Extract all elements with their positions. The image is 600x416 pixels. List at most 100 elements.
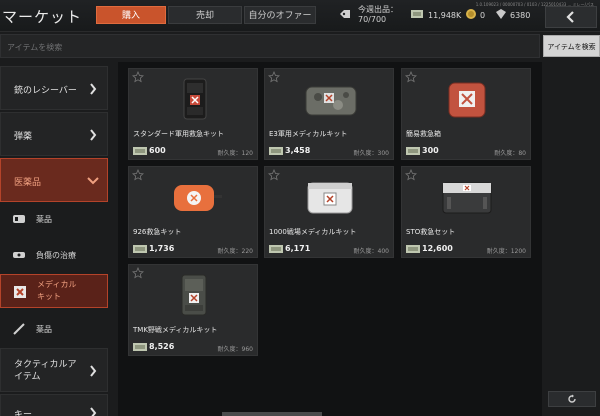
item-durability: 耐久度：1200 bbox=[486, 248, 526, 255]
item-price: 300 bbox=[422, 146, 439, 155]
item-card[interactable]: スタンダード軍用救急キット 600 耐久度：120 bbox=[128, 68, 258, 160]
sidebar-item-ammo[interactable]: 弾薬 bbox=[0, 112, 108, 156]
item-grid: スタンダード軍用救急キット 600 耐久度：120 E3軍用メディカルキット 3… bbox=[118, 62, 542, 416]
horizontal-scrollbar[interactable] bbox=[222, 412, 322, 416]
chevron-down-icon bbox=[87, 177, 99, 185]
item-name: STO救急セット bbox=[406, 228, 456, 236]
sidebar-sub-medicine[interactable]: 薬品 bbox=[0, 206, 108, 232]
item-name: 簡易救急箱 bbox=[406, 130, 441, 138]
page-title: マーケット bbox=[2, 8, 83, 26]
star-icon[interactable] bbox=[132, 267, 144, 279]
money-icon bbox=[133, 147, 147, 155]
item-card[interactable]: TMK野戦メディカルキット 8,526 耐久度：960 bbox=[128, 264, 258, 356]
star-icon[interactable] bbox=[132, 169, 144, 181]
chevron-right-icon bbox=[90, 365, 97, 377]
money-icon bbox=[133, 245, 147, 253]
sidebar-sub-injury[interactable]: 負傷の治療 bbox=[0, 242, 108, 268]
tab-buy[interactable]: 購入 bbox=[96, 6, 166, 24]
item-name: 1000戦場メディカルキット bbox=[269, 228, 357, 236]
item-name: TMK野戦メディカルキット bbox=[133, 326, 218, 334]
chevron-right-icon bbox=[90, 129, 97, 141]
star-icon[interactable] bbox=[405, 71, 417, 83]
medkit-backpack-image bbox=[183, 78, 207, 120]
item-name: スタンダード軍用救急キット bbox=[133, 130, 224, 138]
item-price: 6,171 bbox=[285, 244, 311, 253]
price-tag-icon bbox=[340, 10, 350, 18]
chevron-right-icon bbox=[90, 407, 97, 416]
tab-my-offers[interactable]: 自分のオファー bbox=[244, 6, 316, 24]
item-durability: 耐久度：960 bbox=[217, 346, 253, 353]
pills-icon bbox=[13, 215, 25, 223]
item-card[interactable]: 1000戦場メディカルキット 6,171 耐久度：400 bbox=[264, 166, 394, 258]
gem-icon bbox=[496, 9, 506, 19]
first-aid-box-image bbox=[448, 82, 486, 118]
item-price: 1,736 bbox=[149, 244, 175, 253]
item-name: 926救急キット bbox=[133, 228, 182, 236]
tab-sell[interactable]: 売却 bbox=[168, 6, 242, 24]
item-card[interactable]: 簡易救急箱 300 耐久度：80 bbox=[401, 68, 531, 160]
item-price: 12,600 bbox=[422, 244, 453, 253]
chevron-right-icon bbox=[90, 83, 97, 95]
sidebar-sub-label: 薬品 bbox=[36, 325, 52, 334]
star-icon[interactable] bbox=[268, 71, 280, 83]
white-medkit-bag-image bbox=[307, 182, 353, 214]
item-price: 3,458 bbox=[285, 146, 311, 155]
money-icon bbox=[406, 245, 420, 253]
item-price: 8,526 bbox=[149, 342, 175, 351]
money-icon bbox=[133, 343, 147, 351]
sidebar: 銃のレシーバー 弾薬 医薬品 薬品 負傷の治療 メディカル キット 薬品 タクテ… bbox=[0, 66, 111, 416]
money-balance: 11,948K bbox=[428, 11, 462, 20]
gem-balance: 6380 bbox=[510, 11, 531, 20]
item-price: 600 bbox=[149, 146, 166, 155]
star-icon[interactable] bbox=[405, 169, 417, 181]
money-icon bbox=[406, 147, 420, 155]
sidebar-item-receivers[interactable]: 銃のレシーバー bbox=[0, 66, 108, 110]
star-icon[interactable] bbox=[268, 169, 280, 181]
refresh-icon bbox=[568, 394, 576, 403]
camo-medkit-bag-image bbox=[305, 86, 357, 116]
item-name: E3軍用メディカルキット bbox=[269, 130, 348, 138]
search-bar bbox=[0, 34, 540, 59]
search-input[interactable] bbox=[1, 36, 539, 59]
money-icon bbox=[411, 10, 423, 18]
syringe-icon bbox=[13, 323, 25, 335]
sidebar-sub-label: メディカル キット bbox=[37, 280, 77, 301]
item-card[interactable]: E3軍用メディカルキット 3,458 耐久度：300 bbox=[264, 68, 394, 160]
top-bar: マーケット 購入 売却 自分のオファー 今週出品： 70/700 11,948K… bbox=[0, 0, 600, 32]
sidebar-item-tactical[interactable]: タクティカルア イテム bbox=[0, 348, 108, 392]
money-icon bbox=[269, 245, 283, 253]
sidebar-sub-label: 薬品 bbox=[36, 215, 52, 224]
sidebar-sub-medkit[interactable]: メディカル キット bbox=[0, 274, 108, 308]
item-card[interactable]: 926救急キット 1,736 耐久度：220 bbox=[128, 166, 258, 258]
coin-balance: 0 bbox=[480, 11, 486, 20]
hard-case-kit-image bbox=[442, 182, 492, 214]
weekly-listings-value: 70/700 bbox=[358, 15, 387, 24]
item-durability: 耐久度：400 bbox=[353, 248, 389, 255]
sidebar-item-label: 弾薬 bbox=[14, 132, 33, 142]
sidebar-sub-label: 負傷の治療 bbox=[36, 251, 76, 260]
sidebar-item-label: 医薬品 bbox=[14, 178, 42, 188]
item-durability: 耐久度：120 bbox=[217, 150, 253, 157]
item-durability: 耐久度：220 bbox=[217, 248, 253, 255]
sidebar-item-medical[interactable]: 医薬品 bbox=[0, 158, 108, 202]
star-icon[interactable] bbox=[132, 71, 144, 83]
back-button[interactable] bbox=[545, 6, 597, 28]
sidebar-sub-drugs[interactable]: 薬品 bbox=[0, 316, 108, 342]
search-button[interactable]: アイテムを検索 bbox=[543, 35, 600, 57]
refresh-button[interactable] bbox=[548, 391, 596, 407]
sidebar-item-label: タクティカルア イテム bbox=[14, 360, 77, 382]
item-durability: 耐久度：300 bbox=[353, 150, 389, 157]
weekly-listings-label: 今週出品： bbox=[358, 5, 398, 14]
sidebar-item-keys[interactable]: キー bbox=[0, 394, 108, 416]
item-durability: 耐久度：80 bbox=[494, 150, 526, 157]
item-card[interactable]: STO救急セット 12,600 耐久度：1200 bbox=[401, 166, 531, 258]
chevron-left-icon bbox=[566, 11, 574, 23]
money-icon bbox=[269, 147, 283, 155]
field-medkit-pack-image bbox=[181, 274, 207, 316]
sidebar-item-label: 銃のレシーバー bbox=[14, 86, 77, 96]
sidebar-item-label: キー bbox=[14, 410, 33, 416]
medkit-icon bbox=[14, 286, 26, 298]
orange-pouch-image bbox=[174, 185, 222, 211]
bandage-icon bbox=[13, 252, 25, 258]
coin-icon bbox=[466, 9, 476, 19]
